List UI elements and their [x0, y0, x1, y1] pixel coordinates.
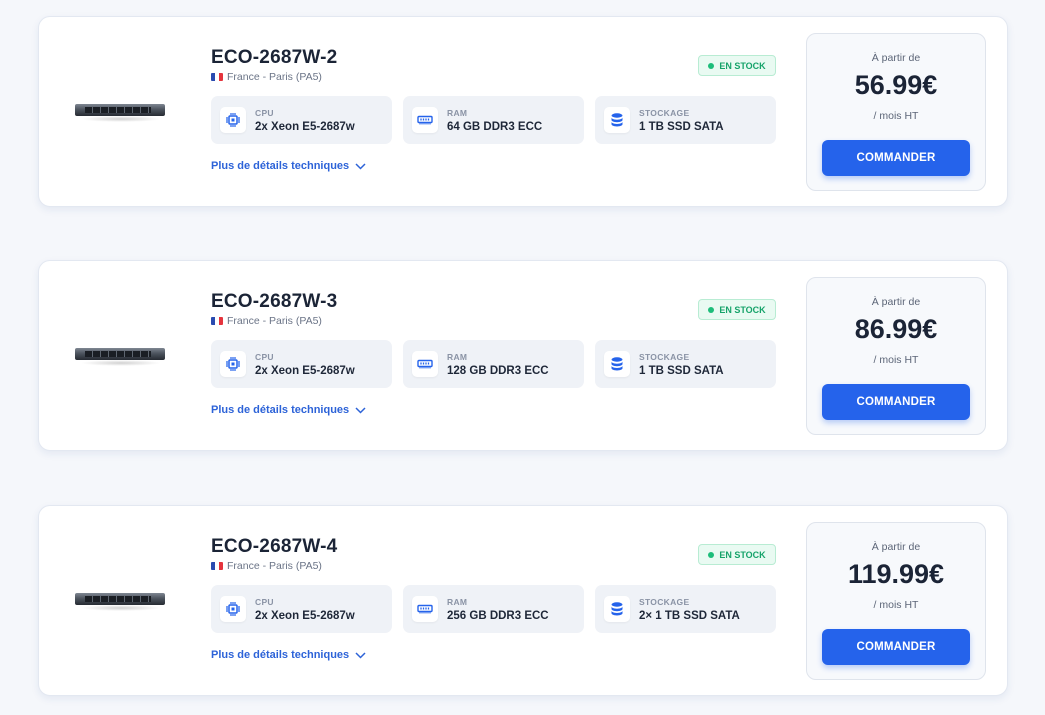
stock-dot-icon: [708, 551, 715, 558]
details-link-label: Plus de détails techniques: [211, 160, 350, 172]
spec-cpu: CPU 2x Xeon E5-2687w: [211, 96, 392, 144]
spec-ram: RAM 128 GB DDR3 ECC: [403, 340, 584, 388]
price-prefix: À partir de: [871, 296, 921, 308]
location-text: France - Paris (PA5): [227, 560, 322, 572]
order-button[interactable]: COMMANDER: [822, 629, 970, 665]
spec-value: 2x Xeon E5-2687w: [255, 120, 355, 133]
order-button[interactable]: COMMANDER: [822, 384, 970, 420]
stock-label: EN STOCK: [719, 60, 766, 71]
price-period: / mois HT: [873, 110, 919, 122]
spec-row: CPU 2x Xeon E5-2687w RAM 128 GB DDR3 ECC: [211, 340, 776, 388]
spec-value: 1 TB SSD SATA: [639, 120, 724, 133]
database-icon: [604, 107, 630, 133]
spec-cpu: CPU 2x Xeon E5-2687w: [211, 340, 392, 388]
server-offer-list: ECO-2687W-2 France - Paris (PA5) EN STOC…: [0, 0, 1045, 715]
server-card: ECO-2687W-2 France - Paris (PA5) EN STOC…: [38, 16, 1008, 207]
price-panel: À partir de 119.99€ / mois HT COMMANDER: [806, 522, 986, 680]
spec-value: 128 GB DDR3 ECC: [447, 364, 549, 377]
spec-storage: STOCKAGE 2× 1 TB SSD SATA: [595, 585, 776, 633]
order-button[interactable]: COMMANDER: [822, 140, 970, 176]
spec-label: STOCKAGE: [639, 107, 690, 118]
technical-details-link[interactable]: Plus de détails techniques: [211, 160, 366, 172]
spec-label: RAM: [447, 351, 468, 362]
server-title: ECO-2687W-4: [211, 536, 338, 557]
spec-label: RAM: [447, 107, 468, 118]
spec-value: 64 GB DDR3 ECC: [447, 120, 543, 133]
details-link-label: Plus de détails techniques: [211, 649, 350, 661]
server-title: ECO-2687W-2: [211, 47, 338, 68]
price-prefix: À partir de: [871, 52, 921, 64]
technical-details-link[interactable]: Plus de détails techniques: [211, 649, 366, 661]
spec-label: STOCKAGE: [639, 351, 690, 362]
price-value: 119.99€: [847, 559, 945, 589]
spec-ram: RAM 64 GB DDR3 ECC: [403, 96, 584, 144]
stock-badge: EN STOCK: [698, 55, 776, 76]
spec-storage: STOCKAGE 1 TB SSD SATA: [595, 340, 776, 388]
france-flag-icon: [211, 317, 223, 325]
price-prefix: À partir de: [871, 541, 921, 553]
spec-row: CPU 2x Xeon E5-2687w RAM 256 GB DDR3 ECC: [211, 585, 776, 633]
spec-label: RAM: [447, 596, 468, 607]
location-text: France - Paris (PA5): [227, 71, 322, 83]
memory-icon: [412, 596, 438, 622]
spec-storage: STOCKAGE 1 TB SSD SATA: [595, 96, 776, 144]
france-flag-icon: [211, 73, 223, 81]
france-flag-icon: [211, 562, 223, 570]
spec-value: 2x Xeon E5-2687w: [255, 364, 355, 377]
chevron-down-icon: [355, 162, 366, 170]
details-link-label: Plus de détails techniques: [211, 404, 350, 416]
database-icon: [604, 596, 630, 622]
spec-label: CPU: [255, 107, 274, 118]
server-location: France - Paris (PA5): [211, 71, 322, 83]
price-value: 86.99€: [854, 314, 938, 344]
spec-value: 2× 1 TB SSD SATA: [639, 609, 740, 622]
spec-value: 2x Xeon E5-2687w: [255, 609, 355, 622]
spec-ram: RAM 256 GB DDR3 ECC: [403, 585, 584, 633]
price-panel: À partir de 56.99€ / mois HT COMMANDER: [806, 33, 986, 191]
spec-value: 256 GB DDR3 ECC: [447, 609, 549, 622]
server-image: [75, 590, 167, 612]
price-period: / mois HT: [873, 354, 919, 366]
spec-row: CPU 2x Xeon E5-2687w RAM 64 GB DDR3 ECC: [211, 96, 776, 144]
stock-dot-icon: [708, 306, 715, 313]
server-location: France - Paris (PA5): [211, 315, 322, 327]
technical-details-link[interactable]: Plus de détails techniques: [211, 404, 366, 416]
stock-dot-icon: [708, 62, 715, 69]
server-card: ECO-2687W-4 France - Paris (PA5) EN STOC…: [38, 505, 1008, 696]
server-image: [75, 101, 167, 123]
server-image: [75, 345, 167, 367]
spec-cpu: CPU 2x Xeon E5-2687w: [211, 585, 392, 633]
server-card: ECO-2687W-3 France - Paris (PA5) EN STOC…: [38, 260, 1008, 451]
server-title: ECO-2687W-3: [211, 291, 338, 312]
cpu-chip-icon: [220, 351, 246, 377]
cpu-chip-icon: [220, 596, 246, 622]
stock-badge: EN STOCK: [698, 544, 776, 565]
spec-label: CPU: [255, 351, 274, 362]
chevron-down-icon: [355, 406, 366, 414]
spec-label: CPU: [255, 596, 274, 607]
server-location: France - Paris (PA5): [211, 560, 322, 572]
price-period: / mois HT: [873, 599, 919, 611]
chevron-down-icon: [355, 651, 366, 659]
stock-label: EN STOCK: [719, 549, 766, 560]
spec-value: 1 TB SSD SATA: [639, 364, 724, 377]
price-value: 56.99€: [854, 70, 938, 100]
stock-badge: EN STOCK: [698, 299, 776, 320]
stock-label: EN STOCK: [719, 304, 766, 315]
price-panel: À partir de 86.99€ / mois HT COMMANDER: [806, 277, 986, 435]
location-text: France - Paris (PA5): [227, 315, 322, 327]
memory-icon: [412, 351, 438, 377]
cpu-chip-icon: [220, 107, 246, 133]
spec-label: STOCKAGE: [639, 596, 690, 607]
memory-icon: [412, 107, 438, 133]
database-icon: [604, 351, 630, 377]
